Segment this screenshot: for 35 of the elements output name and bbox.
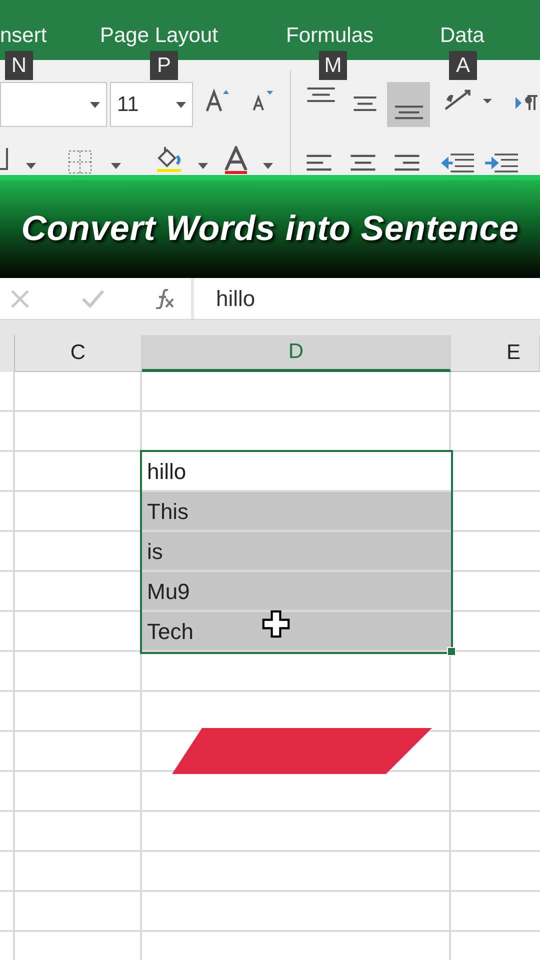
increase-indent-icon [484, 152, 518, 174]
dropdown-caret-icon [198, 163, 208, 169]
fill-handle[interactable] [447, 647, 456, 656]
column-header[interactable]: D [142, 335, 451, 372]
dropdown-caret-icon [111, 163, 121, 169]
bottom-align-button[interactable] [387, 82, 430, 127]
column-header[interactable]: E [451, 335, 540, 372]
keytip-badge: P [150, 51, 178, 80]
paragraph-direction-icon [515, 94, 540, 112]
borders-icon [68, 150, 92, 174]
table-cell[interactable]: is [142, 532, 451, 570]
dropdown-caret-icon [263, 163, 273, 169]
ribbon-tab[interactable]: Page Layout [100, 22, 230, 50]
plus-cursor-icon [262, 610, 290, 638]
banner-title: Convert Words into Sentence [21, 208, 519, 250]
table-cell[interactable]: Mu9 [142, 572, 451, 610]
ribbon-tab[interactable]: nsert [0, 22, 60, 50]
ribbon-tab[interactable]: Data [440, 22, 490, 50]
grow-font-icon [205, 88, 231, 112]
font-size-field[interactable]: 11 [110, 82, 193, 127]
bottom-align-icon [394, 104, 422, 120]
keytip-badge: M [319, 51, 347, 80]
dropdown-caret-icon [26, 163, 36, 169]
font-name-field[interactable] [0, 82, 107, 127]
table-cell[interactable]: Tech [142, 612, 451, 650]
font-color-icon [223, 146, 249, 174]
table-cell[interactable]: This [142, 492, 451, 530]
ribbon-tab[interactable]: Formulas [286, 22, 384, 50]
dropdown-caret-icon [90, 102, 100, 108]
top-align-icon [306, 85, 336, 105]
dropdown-caret-icon [176, 102, 186, 108]
keytip-badge: A [449, 51, 477, 80]
decrease-indent-icon [440, 152, 474, 174]
shrink-font-icon [251, 90, 275, 112]
keytip-badge: N [5, 51, 33, 80]
